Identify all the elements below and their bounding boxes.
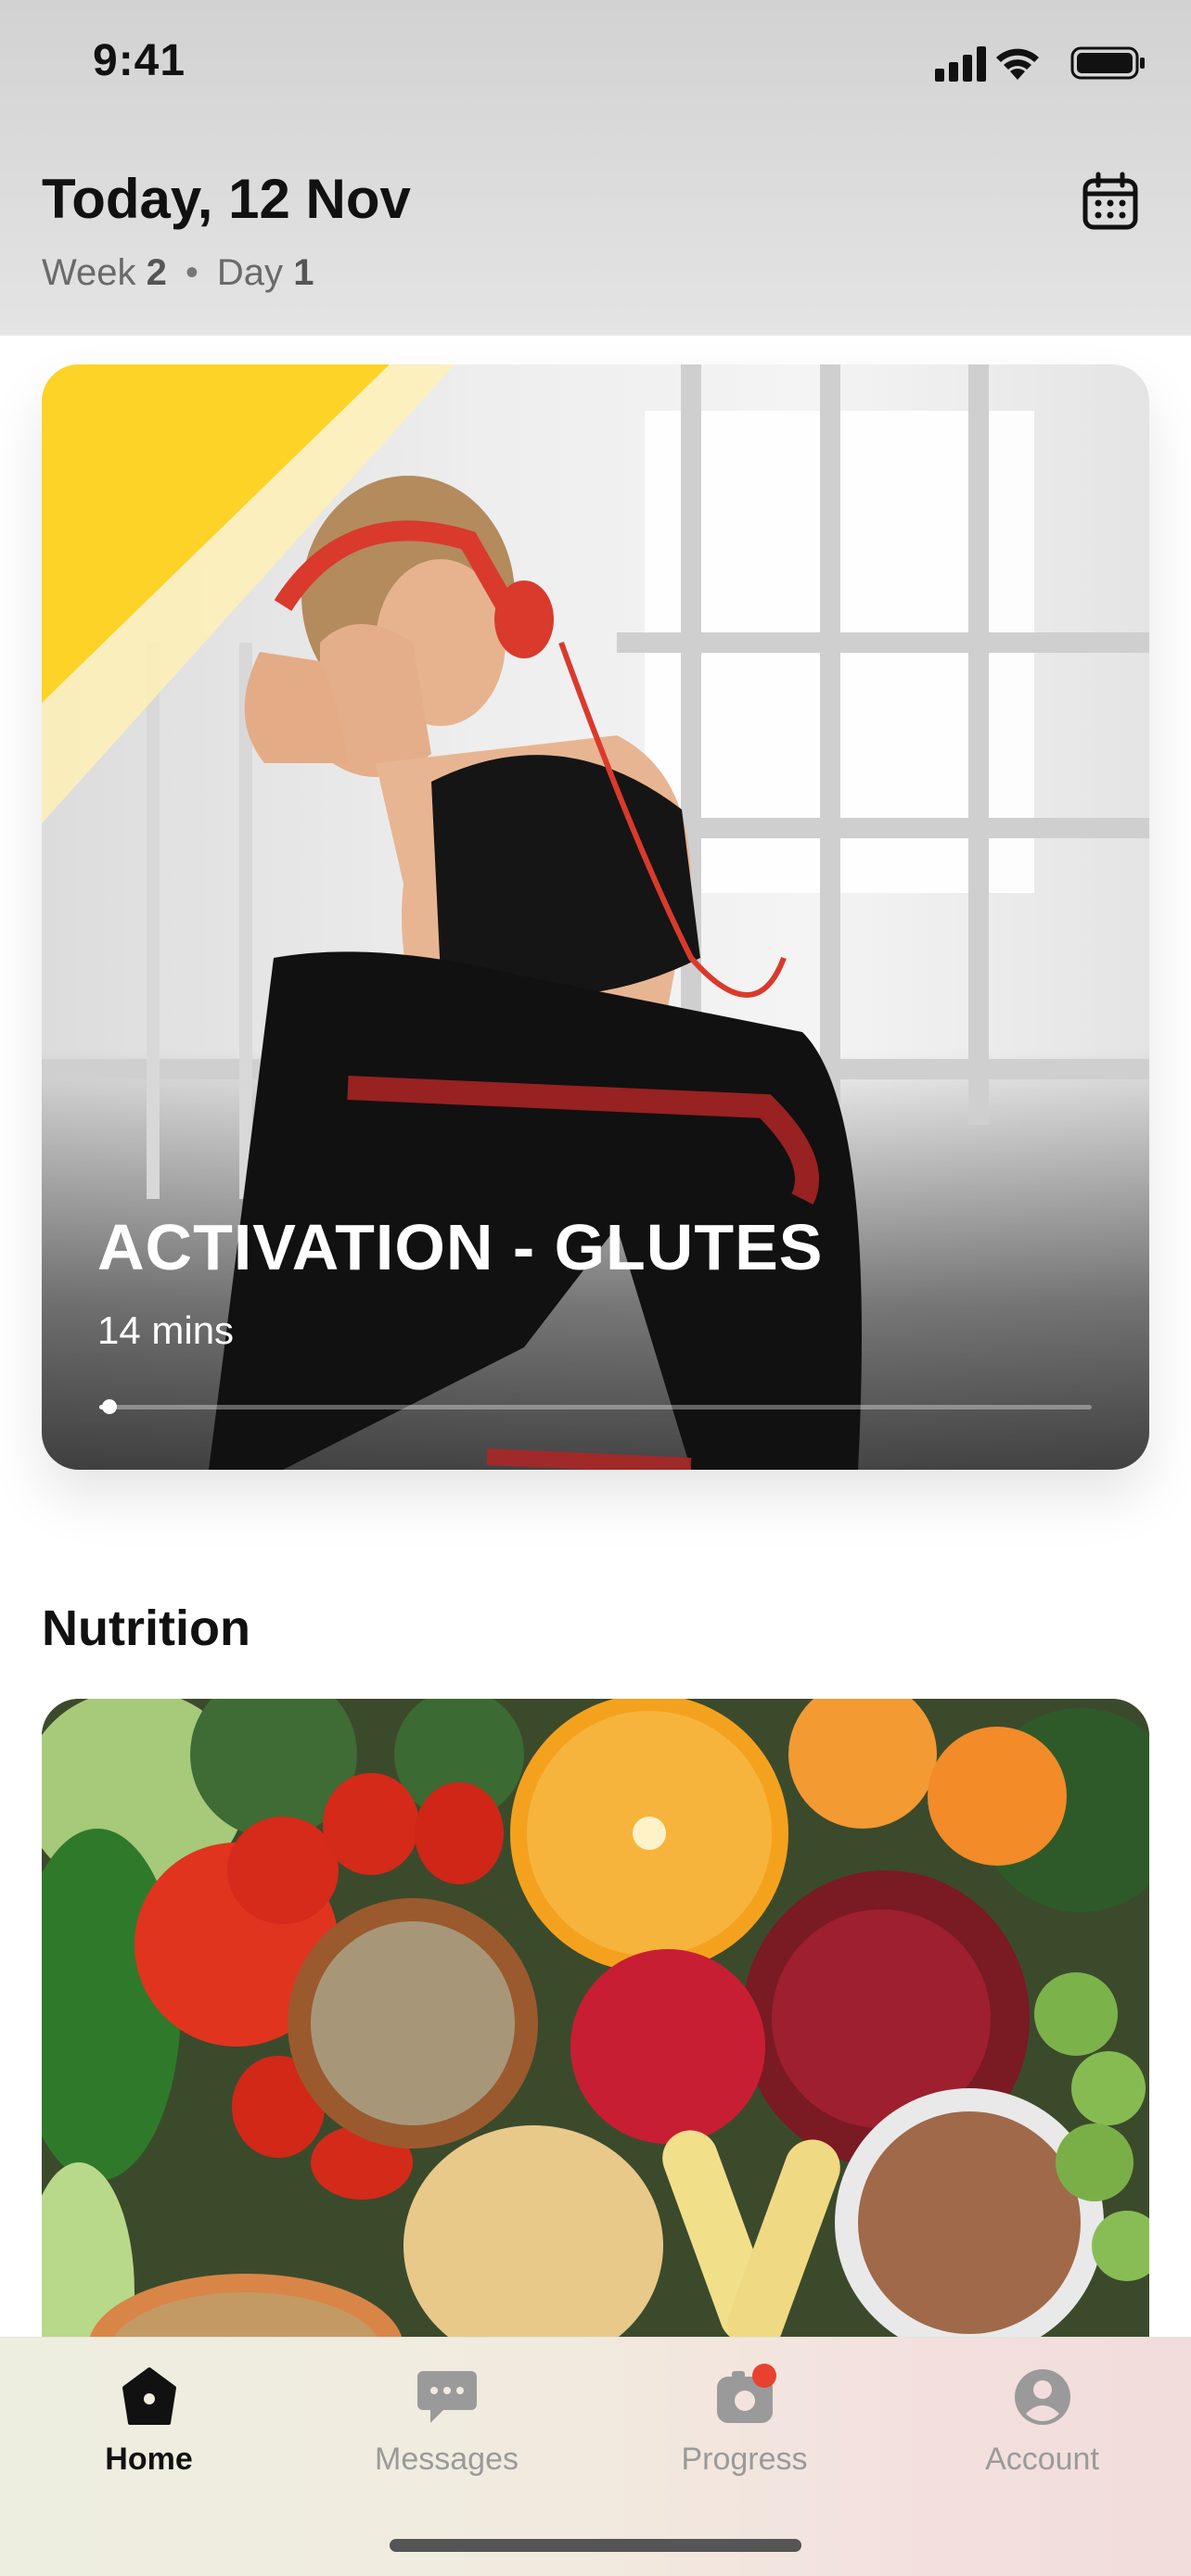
tab-label: Account bbox=[985, 2442, 1099, 2477]
messages-icon bbox=[414, 2364, 480, 2430]
tab-progress[interactable]: Progress bbox=[596, 2338, 893, 2514]
workout-title: ACTIVATION - GLUTES bbox=[97, 1211, 824, 1283]
home-icon bbox=[116, 2364, 183, 2430]
tab-home[interactable]: Home bbox=[0, 2338, 298, 2514]
battery-icon bbox=[1070, 46, 1145, 80]
workout-photo bbox=[42, 364, 1149, 1470]
tab-label: Progress bbox=[681, 2442, 808, 2477]
tab-account[interactable]: Account bbox=[893, 2338, 1191, 2514]
signal-icon bbox=[935, 46, 986, 82]
workout-progress-knob bbox=[101, 1399, 117, 1414]
tab-label: Messages bbox=[375, 2442, 519, 2477]
nutrition-card[interactable] bbox=[42, 1699, 1149, 2366]
calendar-button[interactable] bbox=[1078, 169, 1143, 234]
day-number: 1 bbox=[293, 252, 314, 293]
workout-card[interactable]: ACTIVATION - GLUTES 14 mins bbox=[42, 364, 1149, 1470]
notification-badge bbox=[751, 2364, 776, 2388]
page-title: Today, 12 Nov bbox=[42, 168, 411, 230]
account-icon bbox=[1009, 2364, 1076, 2430]
workout-duration: 14 mins bbox=[97, 1308, 235, 1352]
week-number: 2 bbox=[146, 252, 167, 293]
week-day-indicator: Week 2 • Day 1 bbox=[42, 252, 314, 294]
status-time: 9:41 bbox=[93, 36, 186, 85]
progress-camera-icon bbox=[711, 2364, 778, 2430]
separator: • bbox=[185, 252, 198, 293]
nutrition-photo bbox=[42, 1699, 1149, 2366]
week-label: Week bbox=[42, 252, 136, 293]
wifi-icon bbox=[996, 48, 1039, 80]
tab-messages[interactable]: Messages bbox=[298, 2338, 596, 2514]
workout-progress-bar bbox=[99, 1399, 1092, 1414]
nutrition-section-title: Nutrition bbox=[42, 1600, 250, 1656]
header: 9:41 Today, 12 Nov Week 2 • Day 1 bbox=[0, 0, 1191, 336]
tab-label: Home bbox=[105, 2442, 193, 2477]
home-indicator[interactable] bbox=[390, 2539, 801, 2552]
day-label: Day bbox=[216, 252, 284, 293]
calendar-icon bbox=[1082, 172, 1138, 230]
